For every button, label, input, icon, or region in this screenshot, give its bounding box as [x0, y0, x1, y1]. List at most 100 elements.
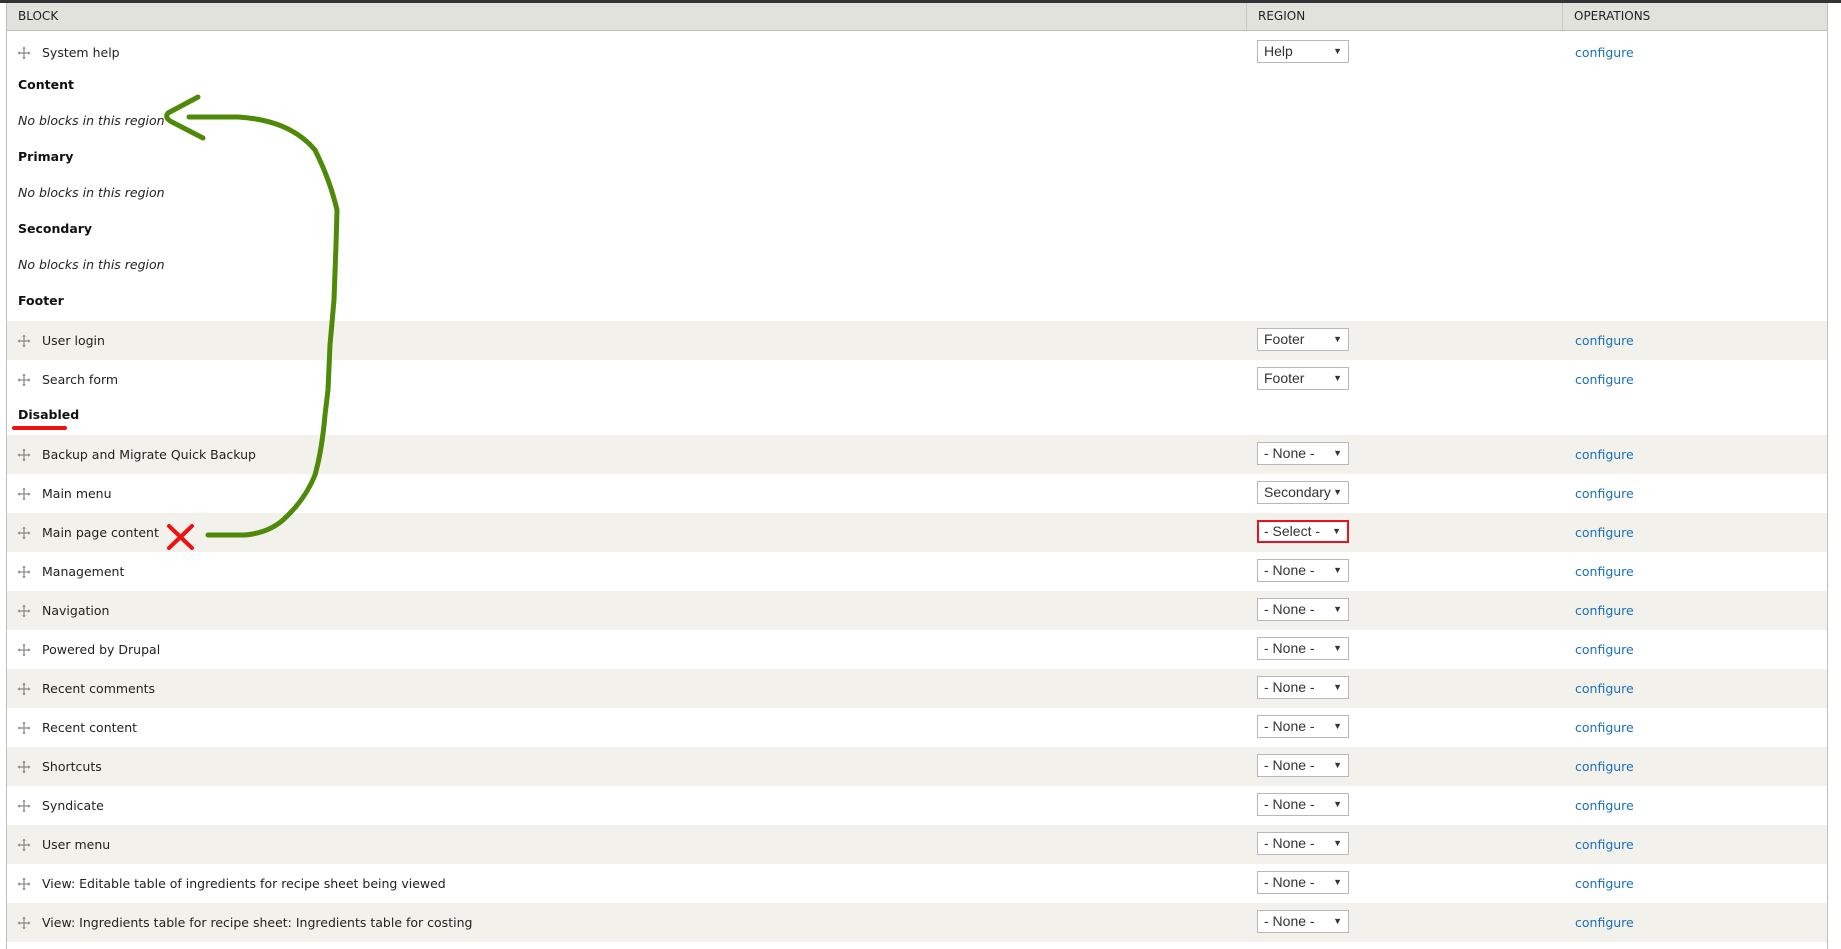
region-select[interactable]: - Select - ▼	[1257, 520, 1349, 543]
region-select-value: Secondary	[1264, 484, 1331, 500]
region-heading-secondary: Secondary	[18, 221, 93, 236]
chevron-down-icon: ▼	[1333, 487, 1342, 497]
drag-handle-icon[interactable]	[17, 372, 31, 387]
region-select-value: - None -	[1264, 757, 1315, 773]
configure-link[interactable]: configure	[1575, 708, 1634, 747]
region-select[interactable]: - None - ▼	[1257, 442, 1349, 465]
table-row: User login Footer ▼ configure	[7, 321, 1827, 360]
chevron-down-icon: ▼	[1333, 799, 1342, 809]
table-row: Search form Footer ▼ configure	[7, 360, 1827, 399]
block-name: Recent comments	[42, 681, 156, 696]
region-select[interactable]: Footer ▼	[1257, 328, 1349, 351]
configure-link[interactable]: configure	[1575, 33, 1634, 72]
table-row: Main page content - Select - ▼ configure	[7, 513, 1827, 552]
region-heading-content: Content	[18, 77, 74, 92]
region-select-value: - Select -	[1264, 523, 1321, 539]
region-select[interactable]: - None - ▼	[1257, 676, 1349, 699]
block-name: Main page content	[42, 525, 159, 540]
drag-handle-icon[interactable]	[17, 759, 31, 774]
region-select[interactable]: - None - ▼	[1257, 754, 1349, 777]
table-row: View: Editable table of ingredients for …	[7, 864, 1827, 903]
configure-link[interactable]: configure	[1575, 864, 1634, 903]
region-select[interactable]: - None - ▼	[1257, 637, 1349, 660]
configure-link[interactable]: configure	[1575, 786, 1634, 825]
table-row: Powered by Drupal - None - ▼ configure	[7, 630, 1827, 669]
chevron-down-icon: ▼	[1333, 643, 1342, 653]
region-select[interactable]: Footer ▼	[1257, 367, 1349, 390]
block-name: View: Editable table of ingredients for …	[42, 876, 446, 891]
drag-handle-icon[interactable]	[17, 333, 31, 348]
block-name: Recent content	[42, 720, 138, 735]
block-name: Search form	[42, 372, 119, 387]
region-select[interactable]: - None - ▼	[1257, 598, 1349, 621]
region-select[interactable]: - None - ▼	[1257, 871, 1349, 894]
configure-link[interactable]: configure	[1575, 630, 1634, 669]
drag-handle-icon[interactable]	[17, 447, 31, 462]
chevron-down-icon: ▼	[1333, 448, 1342, 458]
drag-handle-icon[interactable]	[17, 603, 31, 618]
configure-link[interactable]: configure	[1575, 903, 1634, 942]
table-row: Shortcuts - None - ▼ configure	[7, 747, 1827, 786]
drag-handle-icon[interactable]	[17, 525, 31, 540]
configure-link[interactable]: configure	[1575, 591, 1634, 630]
region-select-value: - None -	[1264, 718, 1315, 734]
column-header-region: Region	[1246, 3, 1562, 30]
column-header-operations: Operations	[1562, 3, 1829, 30]
region-heading-primary: Primary	[18, 149, 74, 164]
region-select[interactable]: - None - ▼	[1257, 559, 1349, 582]
chevron-down-icon: ▼	[1333, 760, 1342, 770]
region-select[interactable]: Secondary ▼	[1257, 481, 1349, 504]
empty-region-message: No blocks in this region	[18, 113, 165, 128]
column-header-block: Block	[18, 9, 59, 23]
configure-link[interactable]: configure	[1575, 513, 1634, 552]
table-row: Management - None - ▼ configure	[7, 552, 1827, 591]
block-name: Syndicate	[42, 798, 104, 813]
region-select-value: - None -	[1264, 913, 1315, 929]
configure-link[interactable]: configure	[1575, 747, 1634, 786]
drag-handle-icon[interactable]	[17, 876, 31, 891]
configure-link[interactable]: configure	[1575, 321, 1634, 360]
table-row: Backup and Migrate Quick Backup - None - ▼…	[7, 435, 1827, 474]
region-select[interactable]: Help ▼	[1257, 40, 1349, 63]
drag-handle-icon[interactable]	[17, 915, 31, 930]
region-select[interactable]: - None - ▼	[1257, 910, 1349, 933]
chevron-down-icon: ▼	[1333, 877, 1342, 887]
table-row: System help Help ▼ configure	[7, 33, 1827, 72]
region-select-value: - None -	[1264, 640, 1315, 656]
region-heading-footer: Footer	[18, 293, 64, 308]
configure-link[interactable]: configure	[1575, 825, 1634, 864]
region-select[interactable]: - None - ▼	[1257, 715, 1349, 738]
region-select[interactable]: - None - ▼	[1257, 832, 1349, 855]
drag-handle-icon[interactable]	[17, 681, 31, 696]
block-name: Powered by Drupal	[42, 642, 161, 657]
chevron-down-icon: ▼	[1333, 838, 1342, 848]
drag-handle-icon[interactable]	[17, 45, 31, 60]
blocks-table: Block Region Operations System help Help ▼…	[6, 3, 1828, 949]
drag-handle-icon[interactable]	[17, 486, 31, 501]
region-select-value: - None -	[1264, 874, 1315, 890]
region-select-value: Footer	[1264, 370, 1305, 386]
drag-handle-icon[interactable]	[17, 837, 31, 852]
drag-handle-icon[interactable]	[17, 720, 31, 735]
region-select[interactable]: - None - ▼	[1257, 793, 1349, 816]
region-heading-disabled: Disabled	[18, 407, 80, 422]
table-row: Navigation - None - ▼ configure	[7, 591, 1827, 630]
chevron-down-icon: ▼	[1333, 46, 1342, 56]
block-name: View: Ingredients table for recipe sheet…	[42, 915, 473, 930]
table-row: User menu - None - ▼ configure	[7, 825, 1827, 864]
block-name: Navigation	[42, 603, 110, 618]
configure-link[interactable]: configure	[1575, 360, 1634, 399]
drag-handle-icon[interactable]	[17, 564, 31, 579]
configure-link[interactable]: configure	[1575, 552, 1634, 591]
empty-region-message: No blocks in this region	[18, 257, 165, 272]
region-select-value: - None -	[1264, 679, 1315, 695]
region-select-value: Help	[1264, 43, 1293, 59]
chevron-down-icon: ▼	[1333, 682, 1342, 692]
chevron-down-icon: ▼	[1332, 526, 1341, 536]
configure-link[interactable]: configure	[1575, 669, 1634, 708]
disabled-underline-annotation	[12, 426, 67, 430]
configure-link[interactable]: configure	[1575, 474, 1634, 513]
drag-handle-icon[interactable]	[17, 798, 31, 813]
configure-link[interactable]: configure	[1575, 435, 1634, 474]
drag-handle-icon[interactable]	[17, 642, 31, 657]
